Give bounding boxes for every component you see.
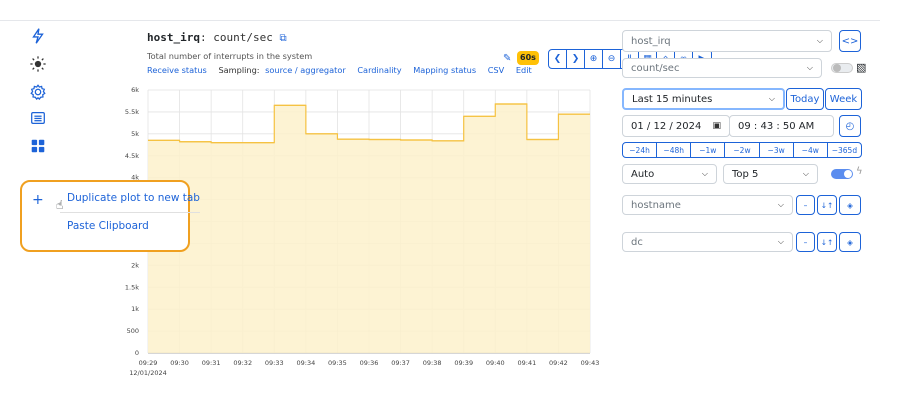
shift-button-6[interactable]: −365d <box>826 142 862 158</box>
resolution-value: Auto <box>631 168 655 180</box>
metric-unit: : count/sec <box>199 31 273 44</box>
group-hostname-select[interactable]: hostname ⌵ <box>622 195 793 215</box>
duplicate-plot-item[interactable]: Duplicate plot to new tab <box>67 192 200 204</box>
shift-button-2[interactable]: −1w <box>690 142 726 158</box>
metric-select[interactable]: host_irq ⌵ <box>622 30 832 52</box>
code-icon: <> <box>841 35 859 47</box>
code-toggle-button[interactable]: <> <box>839 30 861 52</box>
paste-clipboard-item[interactable]: Paste Clipboard <box>67 220 149 232</box>
group-hostname-value: hostname <box>631 199 681 211</box>
unit-select[interactable]: count/sec ⌵ <box>622 58 822 78</box>
zoom-in-icon[interactable]: ⊕ <box>585 50 603 68</box>
lightning-icon[interactable] <box>28 26 48 46</box>
edit-link[interactable]: Edit <box>516 65 532 75</box>
chevron-down-icon: ⌵ <box>777 237 784 246</box>
metric-name: host_irq <box>147 31 200 44</box>
now-button[interactable]: ◴ <box>839 115 861 137</box>
chevron-down-icon: ⌵ <box>701 169 708 178</box>
plot-description: Total number of interrupts in the system <box>147 51 313 61</box>
time-value: 09 : 43 : 50 AM <box>738 120 815 132</box>
list-icon[interactable] <box>28 108 48 128</box>
chevron-left-icon[interactable]: ❮ <box>549 50 567 68</box>
chevron-down-icon: ⌵ <box>802 169 809 178</box>
panel-icon[interactable]: ▧ <box>856 61 866 74</box>
top-toggle[interactable] <box>831 169 853 179</box>
shift-button-5[interactable]: −4w <box>792 142 828 158</box>
sampling-label: Sampling: <box>218 65 260 75</box>
chevron-down-icon: ⌵ <box>777 200 784 209</box>
top-select[interactable]: Top 5 ⌵ <box>723 164 818 184</box>
layers-icon: ◈ <box>847 200 853 210</box>
external-link-icon[interactable]: ⧉ <box>279 33 286 44</box>
today-button[interactable]: Today <box>786 88 824 110</box>
dc-sort-button[interactable]: ↓↑ <box>817 232 837 252</box>
toggle-knob <box>844 170 852 178</box>
date-value: 01 / 12 / 2024 <box>631 120 702 132</box>
cardinality-link[interactable]: Cardinality <box>357 65 401 75</box>
refresh-badge[interactable]: 60s <box>517 51 539 65</box>
bolt-icon[interactable]: ϟ <box>856 166 863 177</box>
unit-select-value: count/sec <box>631 62 680 74</box>
mapping-status-link[interactable]: Mapping status <box>413 65 476 75</box>
pencil-icon[interactable]: ✎ <box>503 53 511 64</box>
gear-icon[interactable] <box>28 82 48 102</box>
csv-link[interactable]: CSV <box>488 65 505 75</box>
dc-exclude-button[interactable]: – <box>796 232 815 252</box>
time-range-select[interactable]: Last 15 minutes ⌵ <box>622 88 785 110</box>
time-shift-group: −24h −48h −1w −2w −3w −4w −365d <box>622 142 862 158</box>
shift-button-3[interactable]: −2w <box>724 142 760 158</box>
hostname-exclude-button[interactable]: – <box>796 195 815 215</box>
group-dc-value: dc <box>631 236 643 248</box>
metric-select-value: host_irq <box>631 35 671 47</box>
unit-toggle[interactable] <box>831 63 853 73</box>
time-input[interactable]: 09 : 43 : 50 AM <box>729 115 834 137</box>
menu-divider <box>60 212 200 213</box>
week-button[interactable]: Week <box>825 88 862 110</box>
time-range-value: Last 15 minutes <box>632 93 713 105</box>
theme-sun-icon[interactable] <box>28 54 48 74</box>
chevron-down-icon: ⌵ <box>816 36 823 45</box>
plot-title: host_irq: count/sec ⧉ <box>147 31 287 44</box>
calendar-icon: ▣ <box>712 121 721 131</box>
layers-icon: ◈ <box>847 237 853 247</box>
receive-status-link[interactable]: Receive status <box>147 65 207 75</box>
shift-button-1[interactable]: −48h <box>656 142 692 158</box>
plot-links: Receive status Sampling: source / aggreg… <box>147 65 541 75</box>
resolution-select[interactable]: Auto ⌵ <box>622 164 717 184</box>
zoom-out-icon[interactable]: ⊖ <box>603 50 621 68</box>
hand-cursor-icon: ☝ <box>56 198 64 212</box>
chevron-right-icon[interactable]: ❯ <box>567 50 585 68</box>
shift-button-4[interactable]: −3w <box>758 142 794 158</box>
hostname-sort-button[interactable]: ↓↑ <box>817 195 837 215</box>
plot-panel: host_irq: count/sec ⧉ Total number of in… <box>120 20 712 414</box>
chevron-down-icon: ⌵ <box>768 94 775 103</box>
top-value: Top 5 <box>732 168 759 180</box>
dashboard-grid-icon[interactable] <box>28 136 48 156</box>
date-input[interactable]: 01 / 12 / 2024 ▣ <box>622 115 730 137</box>
context-menu <box>20 180 190 252</box>
hostname-layers-button[interactable]: ◈ <box>839 195 861 215</box>
add-plot-icon[interactable]: + <box>32 192 44 208</box>
sampling-link[interactable]: source / aggregator <box>265 65 346 75</box>
toggle-knob <box>833 64 841 72</box>
chevron-down-icon: ⌵ <box>806 63 813 72</box>
clock-icon: ◴ <box>845 120 855 132</box>
dc-layers-button[interactable]: ◈ <box>839 232 861 252</box>
group-dc-select[interactable]: dc ⌵ <box>622 232 793 252</box>
shift-button-0[interactable]: −24h <box>622 142 658 158</box>
